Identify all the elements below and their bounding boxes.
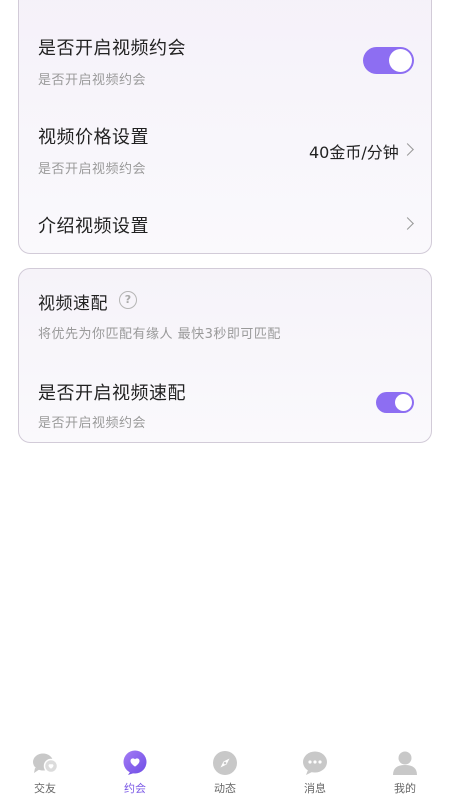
compass-icon [213,751,237,775]
video-date-toggle[interactable] [363,47,414,74]
question-icon[interactable]: ? [119,291,137,309]
video-price-title: 视频价格设置 [38,127,149,148]
video-match-card: 视频速配 ? 将优先为你匹配有缘人 最快3秒即可匹配 是否开启视频速配 是否开启… [18,268,432,443]
tab-dongtai[interactable]: 动态 [180,740,270,800]
video-date-settings-card: 是否开启视频约会 是否开启视频约会 视频价格设置 是否开启视频约会 40金币/分… [18,0,432,254]
tab-jiaoyou[interactable]: 交友 [0,740,90,800]
video-price-value: 40金币/分钟 [309,143,399,162]
tab-xiaoxi[interactable]: 消息 [270,740,360,800]
chevron-right-icon [401,217,414,230]
tab-label: 消息 [304,782,326,795]
tab-label: 交友 [34,782,56,795]
intro-video-title: 介绍视频设置 [38,216,149,237]
toggle-knob [389,49,412,72]
video-price-subtitle: 是否开启视频约会 [38,162,147,177]
video-date-toggle-subtitle: 是否开启视频约会 [38,73,147,88]
chevron-right-icon [401,143,414,156]
video-match-toggle[interactable] [376,392,414,413]
heart-bubble-icon [123,750,147,775]
profile-icon [393,751,417,775]
toggle-knob [395,394,412,411]
chat-heart-icon [33,753,58,774]
tab-label: 我的 [394,782,416,795]
video-match-toggle-title: 是否开启视频速配 [38,383,186,404]
video-date-toggle-title: 是否开启视频约会 [38,38,186,59]
bottom-tab-bar: 交友 约会 动态 消息 我的 [0,740,450,800]
tab-label: 约会 [124,782,146,795]
video-match-description: 将优先为你匹配有缘人 最快3秒即可匹配 [38,327,281,342]
video-match-toggle-subtitle: 是否开启视频约会 [38,416,147,431]
tab-label: 动态 [214,782,236,795]
tab-wode[interactable]: 我的 [360,740,450,800]
message-icon [303,751,327,775]
tab-yuehui[interactable]: 约会 [90,740,180,800]
video-match-title: 视频速配 [38,294,108,314]
